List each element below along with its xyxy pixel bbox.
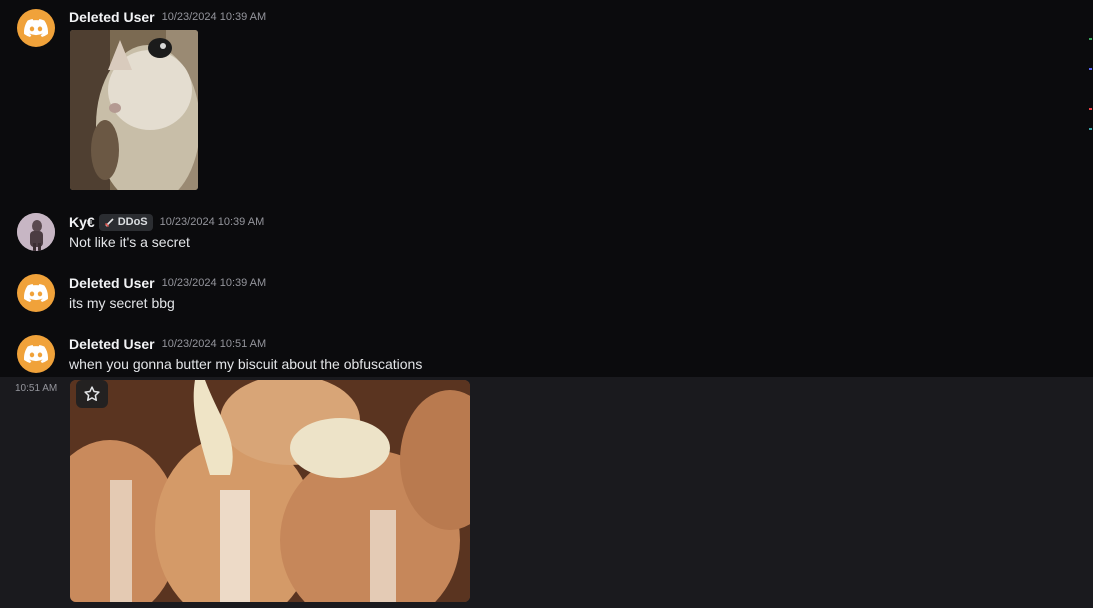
role-tag[interactable]: DDoS [98, 213, 153, 231]
discord-logo-icon [24, 345, 48, 363]
message-timestamp: 10/23/2024 10:51 AM [161, 338, 267, 350]
message-text: when you gonna butter my biscuit about t… [69, 356, 423, 372]
discord-logo-icon [24, 284, 48, 302]
message-header: Deleted User 10/23/2024 10:39 AM [69, 274, 266, 292]
star-icon [84, 386, 100, 401]
message-text: Not like it's a secret [69, 234, 190, 250]
cat-gif-attachment[interactable] [70, 30, 198, 190]
username[interactable]: Deleted User [69, 9, 155, 25]
scroll-marker [1089, 108, 1092, 110]
scroll-marker [1089, 68, 1092, 70]
scroll-marker [1089, 38, 1092, 40]
pastry-image [70, 380, 470, 602]
avatar[interactable] [17, 9, 55, 47]
hover-timestamp: 10:51 AM [15, 383, 58, 394]
message-header: Deleted User 10/23/2024 10:39 AM [69, 8, 266, 26]
avatar[interactable] [17, 213, 55, 251]
message-timestamp: 10/23/2024 10:39 AM [161, 11, 267, 23]
username[interactable]: Deleted User [69, 275, 155, 291]
user-avatar-image [17, 213, 55, 251]
message-header: Ky€ DDoS 10/23/2024 10:39 AM [69, 213, 264, 231]
message-text: its my secret bbg [69, 295, 175, 311]
role-tag-label: DDoS [117, 216, 148, 228]
cat-image [70, 30, 198, 190]
message-header: Deleted User 10/23/2024 10:51 AM [69, 335, 266, 353]
chat-messages: Deleted User 10/23/2024 10:39 AM Ky€ DDo… [0, 0, 1093, 608]
scrollbar[interactable] [1087, 8, 1093, 158]
discord-logo-icon [24, 19, 48, 37]
username[interactable]: Deleted User [69, 336, 155, 352]
sword-icon [104, 217, 114, 227]
avatar[interactable] [17, 335, 55, 373]
message-timestamp: 10/23/2024 10:39 AM [159, 216, 265, 228]
scroll-marker [1089, 128, 1092, 130]
food-gif-attachment[interactable] [70, 380, 470, 602]
avatar[interactable] [17, 274, 55, 312]
username[interactable]: Ky€ [69, 214, 95, 230]
favorite-gif-button[interactable] [76, 380, 108, 408]
message-timestamp: 10/23/2024 10:39 AM [161, 277, 267, 289]
